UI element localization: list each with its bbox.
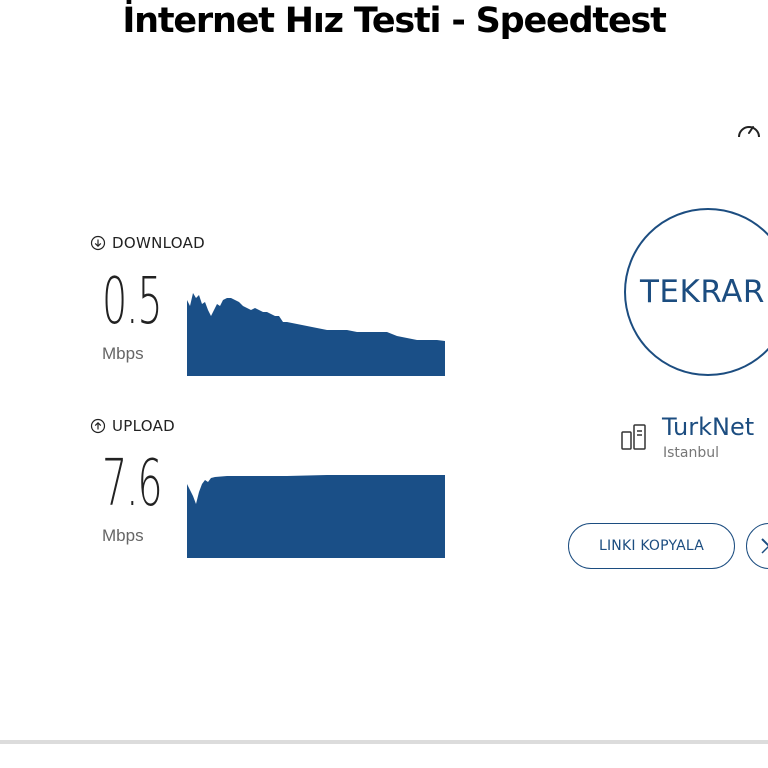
arrow-down-circle-icon: [90, 235, 106, 251]
upload-label-text: UPLOAD: [112, 417, 176, 435]
copy-link-button[interactable]: LINKI KOPYALA: [568, 523, 735, 569]
arrow-up-circle-icon: [90, 418, 106, 434]
upload-label: UPLOAD: [90, 417, 175, 435]
download-graph-area: [187, 293, 445, 376]
upload-graph: [187, 475, 445, 558]
gauge-icon[interactable]: [735, 118, 763, 142]
download-graph: [187, 293, 445, 376]
download-label-text: DOWNLOAD: [112, 234, 205, 252]
share-x-button[interactable]: [746, 523, 768, 569]
download-label: DOWNLOAD: [90, 234, 205, 252]
upload-value: 7.6: [102, 447, 163, 521]
server-icon: [621, 424, 646, 450]
download-unit: Mbps: [102, 344, 144, 363]
isp-name[interactable]: TurkNet: [662, 413, 754, 441]
footer-divider: [0, 740, 768, 744]
upload-graph-area: [187, 475, 445, 558]
server-city: Istanbul: [663, 445, 720, 461]
x-logo-icon: [761, 538, 768, 554]
copy-link-label: LINKI KOPYALA: [598, 538, 705, 554]
restart-button[interactable]: TEKRAR: [624, 208, 768, 376]
restart-label: TEKRAR: [640, 274, 765, 310]
page-title: İnternet Hız Testi - Speedtest: [122, 1, 667, 41]
download-value: 0.5: [102, 265, 163, 339]
upload-unit: Mbps: [102, 526, 144, 545]
speedtest-page: İnternet Hız Testi - Speedtest DOWNLOAD …: [0, 0, 768, 768]
